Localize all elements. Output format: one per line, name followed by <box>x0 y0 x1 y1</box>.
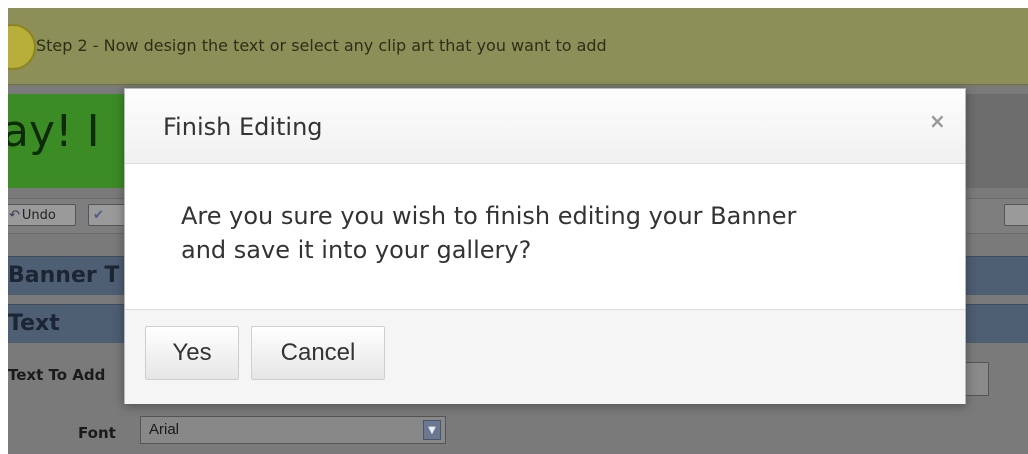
step-bar: Step 2 - Now design the text or select a… <box>8 8 1028 85</box>
undo-label: Undo <box>21 208 56 223</box>
check-icon: ✔ <box>93 208 104 223</box>
text-to-add-input[interactable] <box>963 362 989 396</box>
yes-button[interactable]: Yes <box>145 326 239 380</box>
section-text-label: Text <box>8 311 60 336</box>
text-to-add-label: Text To Add <box>8 366 106 384</box>
dialog-title: Finish Editing <box>163 113 323 141</box>
font-select[interactable]: Arial ▼ <box>140 416 446 444</box>
cancel-button[interactable]: Cancel <box>251 326 385 380</box>
dialog-message: Are you sure you wish to finish editing … <box>181 202 797 264</box>
banner-preview-text: ay! I <box>8 106 100 157</box>
chevron-down-icon[interactable]: ▼ <box>423 420 441 440</box>
close-icon[interactable]: × <box>929 111 946 131</box>
undo-arrow-icon: ↶ <box>9 208 20 223</box>
toolbar-right-button[interactable] <box>1004 204 1028 226</box>
check-button[interactable]: ✔ <box>88 204 128 226</box>
dialog-body: Are you sure you wish to finish editing … <box>125 163 965 309</box>
dialog-footer: Yes Cancel <box>125 309 965 404</box>
font-select-value: Arial <box>149 421 180 438</box>
finish-editing-dialog: Finish Editing × Are you sure you wish t… <box>124 88 966 404</box>
undo-button[interactable]: ↶ Undo <box>8 204 76 226</box>
section-banner-label: Banner T <box>8 263 120 288</box>
font-label: Font <box>78 424 116 442</box>
dialog-header: Finish Editing × <box>125 89 965 164</box>
step-instruction: Step 2 - Now design the text or select a… <box>36 36 607 55</box>
step-indicator-icon <box>8 24 36 70</box>
